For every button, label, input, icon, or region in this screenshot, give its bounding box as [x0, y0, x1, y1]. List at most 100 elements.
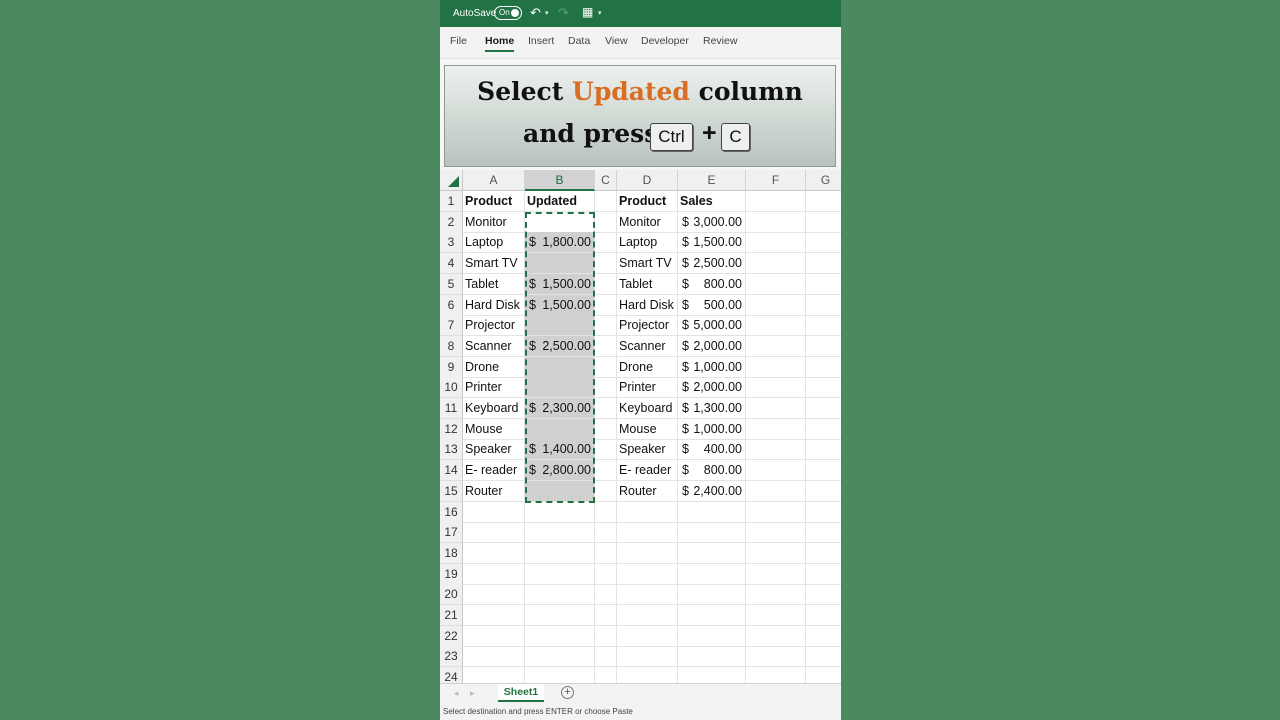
row-header-4[interactable]: 4 — [440, 253, 463, 275]
cell-b7[interactable] — [525, 315, 595, 337]
cell-c1[interactable] — [595, 191, 617, 212]
cell-f12[interactable] — [746, 418, 806, 440]
cell-d10[interactable]: Printer — [617, 377, 678, 399]
cell-g21[interactable] — [806, 605, 841, 626]
cell-g11[interactable] — [806, 398, 841, 419]
row-header-3[interactable]: 3 — [440, 232, 463, 254]
cell-c10[interactable] — [595, 377, 617, 399]
cell-b18[interactable] — [525, 542, 595, 564]
cell-d3[interactable]: Laptop — [617, 232, 678, 254]
cell-b21[interactable] — [525, 605, 595, 626]
cell-e13[interactable]: $400.00 — [678, 439, 746, 461]
cell-e2[interactable]: $3,000.00 — [678, 211, 746, 233]
cell-c13[interactable] — [595, 439, 617, 461]
cell-f11[interactable] — [746, 398, 806, 419]
cell-g6[interactable] — [806, 295, 841, 316]
cell-e5[interactable]: $800.00 — [678, 273, 746, 295]
prev-sheet-icon[interactable]: ◂ — [454, 688, 459, 699]
cell-a13[interactable]: Speaker — [463, 439, 525, 461]
cell-d7[interactable]: Projector — [617, 315, 678, 337]
cell-b10[interactable] — [525, 377, 595, 399]
cell-e21[interactable] — [678, 605, 746, 626]
cell-a7[interactable]: Projector — [463, 315, 525, 337]
quick-access-grid-icon[interactable]: ▦ — [582, 5, 593, 19]
cell-g7[interactable] — [806, 315, 841, 337]
cell-e10[interactable]: $2,000.00 — [678, 377, 746, 399]
row-header-13[interactable]: 13 — [440, 439, 463, 461]
row-header-9[interactable]: 9 — [440, 356, 463, 378]
cell-d5[interactable]: Tablet — [617, 273, 678, 295]
autosave-toggle[interactable]: On — [494, 6, 522, 20]
cell-c12[interactable] — [595, 418, 617, 440]
col-header-d[interactable]: D — [617, 170, 678, 191]
cell-g13[interactable] — [806, 439, 841, 461]
cell-a19[interactable] — [463, 563, 525, 585]
cell-f10[interactable] — [746, 377, 806, 399]
cell-d21[interactable] — [617, 605, 678, 626]
cell-a10[interactable]: Printer — [463, 377, 525, 399]
cell-b2[interactable] — [525, 211, 595, 233]
cell-g10[interactable] — [806, 377, 841, 399]
tab-view[interactable]: View — [605, 35, 628, 47]
tab-home[interactable]: Home — [485, 35, 515, 52]
add-sheet-icon[interactable]: + — [561, 686, 574, 699]
cell-c21[interactable] — [595, 605, 617, 626]
cell-c6[interactable] — [595, 294, 617, 316]
cell-d16[interactable] — [617, 501, 678, 523]
cell-e22[interactable] — [678, 625, 746, 647]
cell-f20[interactable] — [746, 584, 806, 606]
cell-b15[interactable] — [525, 480, 595, 502]
col-header-e[interactable]: E — [678, 170, 746, 191]
cell-f13[interactable] — [746, 439, 806, 461]
cell-d1[interactable]: Product — [617, 191, 678, 212]
cell-g23[interactable] — [806, 646, 841, 668]
select-all-corner[interactable] — [440, 170, 463, 191]
cell-e18[interactable] — [678, 542, 746, 564]
cell-a15[interactable]: Router — [463, 480, 525, 502]
cell-g9[interactable] — [806, 357, 841, 378]
cell-e4[interactable]: $2,500.00 — [678, 253, 746, 275]
tab-review[interactable]: Review — [703, 35, 737, 47]
cell-c3[interactable] — [595, 232, 617, 254]
cell-d12[interactable]: Mouse — [617, 418, 678, 440]
cell-f22[interactable] — [746, 625, 806, 647]
cell-f19[interactable] — [746, 563, 806, 585]
cell-d11[interactable]: Keyboard — [617, 398, 678, 419]
cell-d17[interactable] — [617, 522, 678, 544]
cell-c7[interactable] — [595, 315, 617, 337]
cell-b1[interactable]: Updated — [525, 191, 595, 212]
cell-a23[interactable] — [463, 646, 525, 668]
row-header-11[interactable]: 11 — [440, 398, 463, 419]
tab-data[interactable]: Data — [568, 35, 590, 47]
cell-c14[interactable] — [595, 460, 617, 482]
cell-d9[interactable]: Drone — [617, 356, 678, 378]
row-header-8[interactable]: 8 — [440, 335, 463, 357]
cell-a11[interactable]: Keyboard — [463, 398, 525, 419]
cell-a6[interactable]: Hard Disk — [463, 294, 525, 316]
cell-b23[interactable] — [525, 646, 595, 668]
row-header-21[interactable]: 21 — [440, 605, 463, 626]
cell-f15[interactable] — [746, 480, 806, 502]
cell-b9[interactable] — [525, 356, 595, 378]
row-header-19[interactable]: 19 — [440, 563, 463, 585]
cell-c2[interactable] — [595, 211, 617, 233]
cell-c22[interactable] — [595, 625, 617, 647]
cell-b20[interactable] — [525, 584, 595, 606]
cell-g22[interactable] — [806, 626, 841, 647]
cell-d2[interactable]: Monitor — [617, 211, 678, 233]
cell-d23[interactable] — [617, 646, 678, 668]
row-header-5[interactable]: 5 — [440, 273, 463, 295]
cell-c23[interactable] — [595, 646, 617, 668]
row-header-7[interactable]: 7 — [440, 315, 463, 337]
tab-file[interactable]: File — [450, 35, 467, 47]
cell-d8[interactable]: Scanner — [617, 335, 678, 357]
cell-g15[interactable] — [806, 481, 841, 502]
cell-e15[interactable]: $2,400.00 — [678, 480, 746, 502]
cell-c15[interactable] — [595, 480, 617, 502]
cell-a9[interactable]: Drone — [463, 356, 525, 378]
cell-e1[interactable]: Sales — [678, 191, 746, 212]
cell-c5[interactable] — [595, 273, 617, 295]
next-sheet-icon[interactable]: ▸ — [470, 688, 475, 699]
undo-icon[interactable]: ↶ — [530, 5, 541, 21]
cell-f2[interactable] — [746, 211, 806, 233]
